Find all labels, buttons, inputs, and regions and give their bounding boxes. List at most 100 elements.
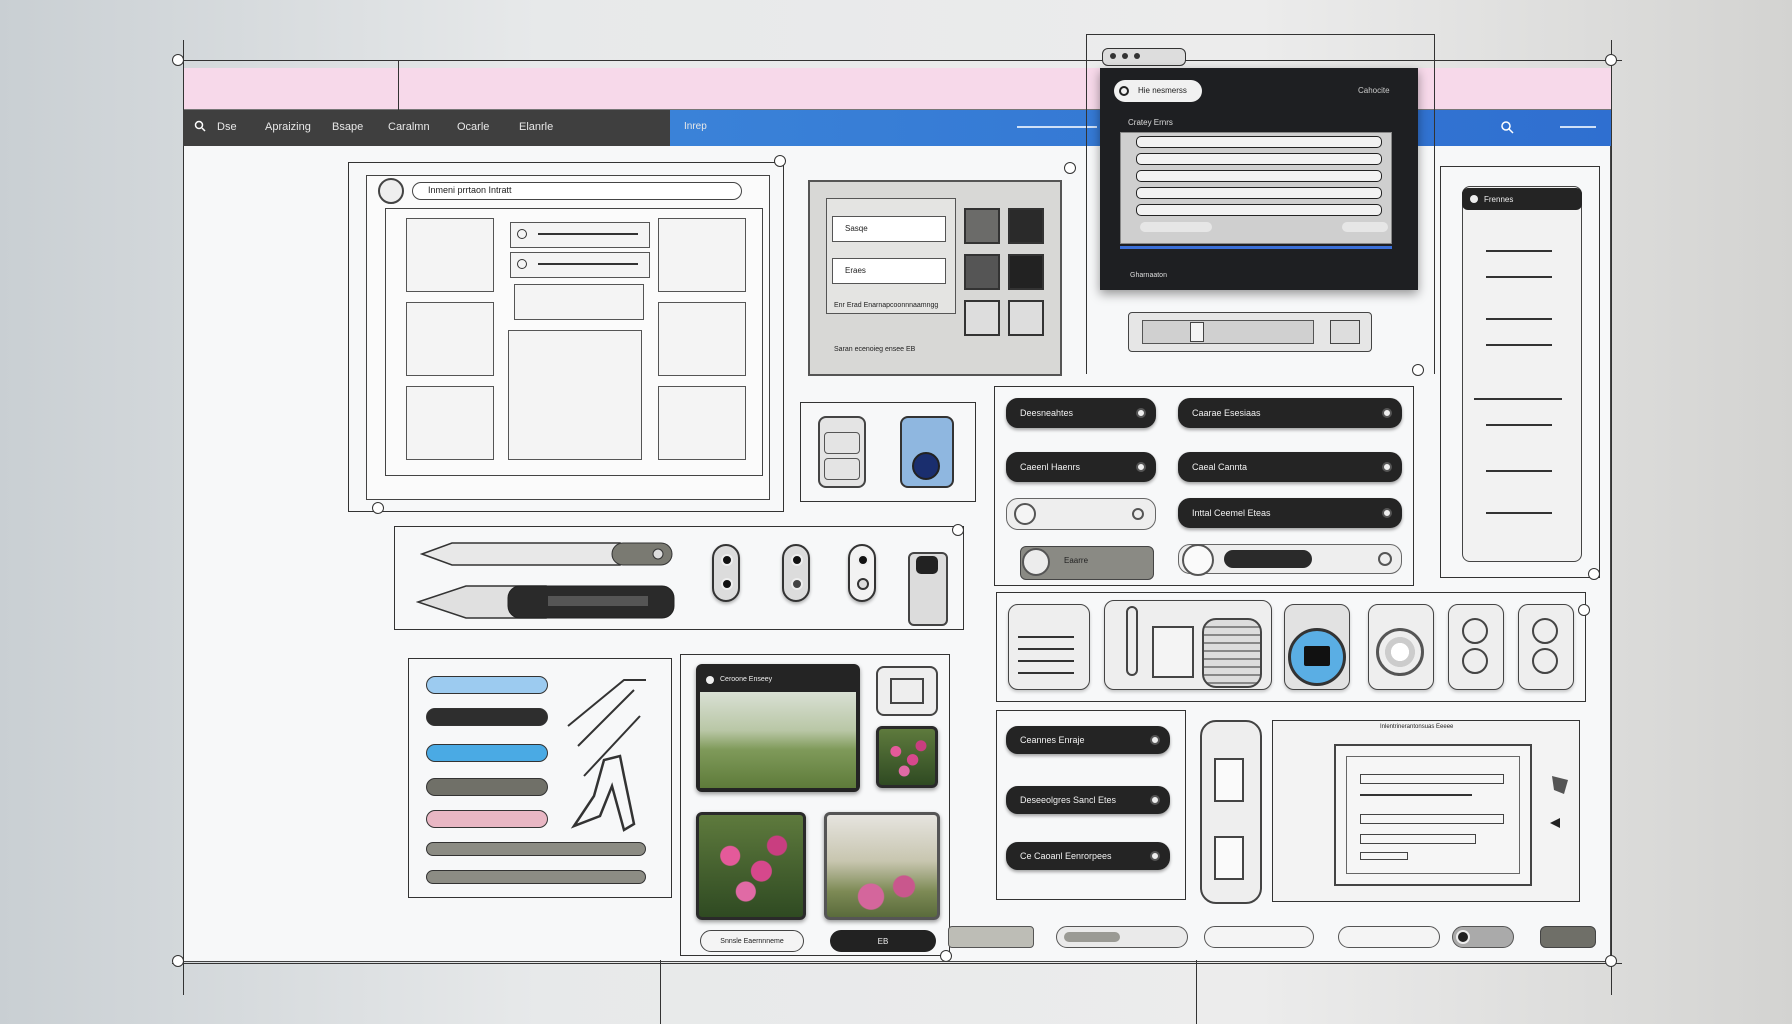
shape-icon[interactable] <box>1214 758 1244 802</box>
sidebar-item[interactable] <box>1486 318 1552 320</box>
slider-button[interactable] <box>1330 320 1360 344</box>
list-row[interactable] <box>1136 170 1382 182</box>
color-dot[interactable] <box>912 452 940 480</box>
nav-item-2[interactable]: Apraizing <box>265 121 311 133</box>
nav-item-5[interactable]: Ocarle <box>457 121 489 133</box>
icon-button[interactable] <box>964 300 1000 336</box>
color-slider[interactable] <box>426 778 548 796</box>
action-button[interactable]: Caeenl Haenrs <box>1006 452 1156 482</box>
corner-handle[interactable] <box>372 502 384 514</box>
radio-icon[interactable] <box>517 259 527 269</box>
chevron-left-icon[interactable] <box>1548 816 1562 830</box>
toggle-knob-widget[interactable] <box>782 544 810 602</box>
toggle-knob-widget[interactable] <box>712 544 740 602</box>
corner-handle[interactable] <box>172 54 184 66</box>
corner-handle[interactable] <box>1412 364 1424 376</box>
color-slider[interactable] <box>426 744 548 762</box>
joystick-widget[interactable] <box>1518 604 1574 690</box>
grid-tile[interactable] <box>658 218 746 292</box>
corner-handle[interactable] <box>1588 568 1600 580</box>
window-dot-icon[interactable] <box>1110 53 1116 59</box>
search-icon[interactable] <box>1500 120 1514 134</box>
corner-handle[interactable] <box>1605 54 1617 66</box>
list-row[interactable] <box>1136 136 1382 148</box>
bottom-button[interactable]: Ce Caoanl Eenrorpees <box>1006 842 1170 870</box>
radio-icon[interactable] <box>517 229 527 239</box>
doc-widget[interactable] <box>1008 604 1090 690</box>
corner-handle[interactable] <box>774 155 786 167</box>
joystick-knob[interactable] <box>1532 648 1558 674</box>
list-row[interactable] <box>1136 153 1382 165</box>
footer-pill[interactable] <box>1338 926 1440 948</box>
radio-icon[interactable] <box>1014 503 1036 525</box>
list-item[interactable] <box>510 222 650 248</box>
nav-item-3[interactable]: Bsape <box>332 121 363 133</box>
joystick-knob[interactable] <box>1462 648 1488 674</box>
icon-button[interactable] <box>1008 254 1044 290</box>
action-button[interactable]: Caarae Esesiaas <box>1178 398 1402 428</box>
bottom-button[interactable]: Deseeolgres Sancl Etes <box>1006 786 1170 814</box>
slider-track[interactable] <box>1142 320 1314 344</box>
dialog-button[interactable] <box>1140 222 1212 232</box>
color-slider[interactable] <box>426 708 548 726</box>
radio-icon[interactable] <box>1132 508 1144 520</box>
dialog-button[interactable] <box>1342 222 1388 232</box>
range-slider[interactable] <box>426 842 646 856</box>
slider-thumb[interactable] <box>1190 322 1204 342</box>
icon-button[interactable] <box>1008 300 1044 336</box>
sidebar-item[interactable] <box>1486 344 1552 346</box>
sidebar-item[interactable] <box>1486 512 1552 514</box>
caption-button[interactable]: Snnsle Eaernnneme <box>700 930 804 952</box>
radio-icon[interactable] <box>1456 930 1470 944</box>
footer-pill[interactable] <box>1540 926 1596 948</box>
radio-icon[interactable] <box>1119 86 1129 96</box>
diamond-icon[interactable] <box>1550 774 1570 796</box>
footer-pill[interactable] <box>1204 926 1314 948</box>
icon-button[interactable] <box>1008 208 1044 244</box>
action-button[interactable]: Caeal Cannta <box>1178 452 1402 482</box>
joystick-knob[interactable] <box>1462 618 1488 644</box>
grid-tile[interactable] <box>658 386 746 460</box>
icon-button[interactable] <box>964 254 1000 290</box>
corner-handle[interactable] <box>1578 604 1590 616</box>
window-dot-icon[interactable] <box>1134 53 1140 59</box>
joystick-widget[interactable] <box>1448 604 1504 690</box>
nav-item-1[interactable]: Dse <box>217 121 237 133</box>
sidebar-item[interactable] <box>1486 276 1552 278</box>
grid-tile[interactable] <box>406 302 494 376</box>
avatar[interactable] <box>378 178 404 204</box>
flower-thumbnail[interactable] <box>876 726 938 788</box>
corner-handle[interactable] <box>940 950 952 962</box>
corner-handle[interactable] <box>172 955 184 967</box>
list-item[interactable] <box>510 252 650 278</box>
action-button[interactable]: Inttal Ceemel Eteas <box>1178 498 1402 528</box>
sidebar-item[interactable] <box>1486 470 1552 472</box>
grid-tile[interactable] <box>406 386 494 460</box>
dial-icon[interactable] <box>1376 628 1424 676</box>
nav-item-6[interactable]: Elanrle <box>519 121 553 133</box>
list-row[interactable] <box>1136 204 1382 216</box>
bottom-button[interactable]: Ceannes Enraje <box>1006 726 1170 754</box>
toggle-knob-widget[interactable] <box>848 544 876 602</box>
shape-icon[interactable] <box>1214 836 1244 880</box>
grid-tile[interactable] <box>406 218 494 292</box>
icon-button[interactable] <box>964 208 1000 244</box>
color-slider[interactable] <box>426 810 548 828</box>
corner-handle[interactable] <box>1605 955 1617 967</box>
scroll-bar[interactable] <box>1126 606 1138 676</box>
radio-icon[interactable] <box>1378 552 1392 566</box>
action-button[interactable]: Deesneahtes <box>1006 398 1156 428</box>
list-row[interactable] <box>1136 187 1382 199</box>
nav-item-4[interactable]: Caralmn <box>388 121 430 133</box>
corner-handle[interactable] <box>952 524 964 536</box>
flower-photo[interactable] <box>696 812 806 920</box>
grid-tile[interactable] <box>658 302 746 376</box>
search-icon[interactable] <box>194 119 206 132</box>
joystick-knob[interactable] <box>1532 618 1558 644</box>
window-dot-icon[interactable] <box>1122 53 1128 59</box>
sidebar-item[interactable] <box>1486 250 1552 252</box>
sidebar-item[interactable] <box>1474 398 1562 400</box>
slider-knob[interactable] <box>1182 544 1214 576</box>
input-box[interactable] <box>514 284 644 320</box>
blue-nav-label[interactable]: Inrep <box>684 121 707 132</box>
